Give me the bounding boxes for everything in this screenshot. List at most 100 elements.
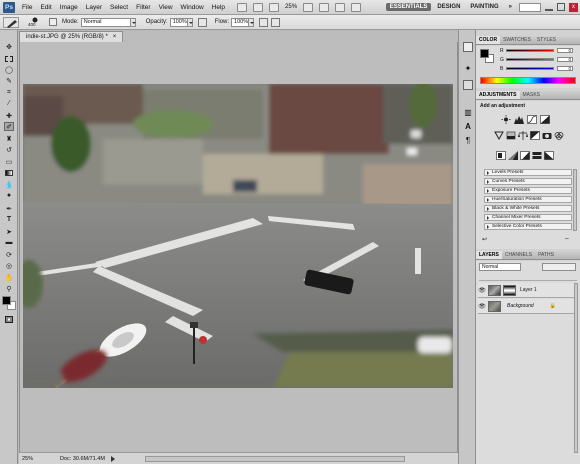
layer-1-name[interactable]: Layer 1 — [520, 287, 537, 293]
exposure-icon[interactable] — [540, 115, 550, 124]
maximize-icon[interactable] — [557, 3, 565, 11]
workspace-more-button[interactable]: » — [505, 3, 516, 11]
presets-scrollbar[interactable] — [573, 169, 577, 231]
blue-slider[interactable] — [506, 67, 554, 70]
opacity-field[interactable]: 100% — [169, 17, 188, 27]
search-help-field[interactable] — [519, 2, 541, 12]
blue-slider-row[interactable]: B 0 — [500, 66, 573, 72]
history-brush-tool-icon[interactable]: ↺ — [4, 145, 14, 154]
green-slider[interactable] — [506, 58, 554, 61]
gradient-map-icon[interactable] — [532, 151, 542, 160]
crop-tool-icon[interactable]: ⌗ — [4, 88, 14, 97]
close-window-icon[interactable]: x — [569, 2, 578, 12]
layer-1-mask-thumbnail[interactable] — [503, 284, 516, 296]
spot-healing-tool-icon[interactable]: ✚ — [4, 111, 14, 120]
brush-tool-icon[interactable]: ✐ — [4, 122, 14, 131]
airbrush-icon[interactable] — [259, 17, 269, 27]
brush-size-picker[interactable]: 400 — [25, 17, 45, 28]
document-close-icon[interactable]: × — [113, 34, 117, 40]
3d-orbit-tool-icon[interactable]: ◎ — [4, 261, 14, 270]
tab-masks[interactable]: MASKS — [520, 91, 544, 99]
toggle-brush-panel-icon[interactable] — [49, 18, 57, 26]
menu-select[interactable]: Select — [106, 4, 132, 11]
document-photo[interactable] — [23, 84, 453, 388]
menu-image[interactable]: Image — [56, 4, 82, 11]
3d-rotate-tool-icon[interactable]: ⟳ — [4, 250, 14, 259]
layer-row-background[interactable]: 👁 Background 🔒 — [478, 299, 578, 314]
selective-color-icon[interactable] — [544, 151, 554, 160]
background-visibility-eye-icon[interactable]: 👁 — [478, 303, 486, 310]
brightness-contrast-icon[interactable] — [501, 115, 511, 124]
blend-mode-select[interactable]: Normal — [479, 263, 521, 271]
vibrance-icon[interactable] — [494, 131, 504, 140]
green-slider-row[interactable]: G 0 — [500, 57, 573, 63]
red-slider[interactable] — [506, 49, 554, 52]
preset-black-white[interactable]: Black & White Presets — [484, 205, 572, 212]
blur-tool-icon[interactable]: 💧 — [4, 180, 14, 189]
color-foreground-swatch[interactable] — [480, 49, 489, 58]
invert-icon[interactable] — [496, 151, 506, 160]
flow-dropdown-icon[interactable] — [248, 17, 255, 27]
color-spectrum-ramp[interactable] — [480, 77, 576, 84]
hue-saturation-icon[interactable] — [506, 131, 516, 140]
posterize-icon[interactable] — [508, 151, 518, 160]
photo-filter-icon[interactable] — [542, 131, 552, 140]
tab-swatches[interactable]: SWATCHES — [500, 36, 534, 44]
tab-styles[interactable]: STYLES — [534, 36, 559, 44]
channel-mixer-icon[interactable] — [554, 131, 564, 140]
color-balance-icon[interactable] — [518, 131, 528, 140]
brush-tool-preset-icon[interactable] — [3, 16, 19, 28]
blue-value[interactable]: 0 — [557, 66, 573, 71]
workspace-painting[interactable]: PAINTING — [466, 3, 502, 11]
move-tool-icon[interactable]: ✥ — [4, 42, 14, 51]
tablet-pressure-opacity-icon[interactable] — [197, 17, 207, 27]
horizontal-scrollbar[interactable] — [144, 455, 405, 462]
preset-curves[interactable]: Curves Presets — [484, 178, 572, 185]
preset-channel-mixer[interactable]: Channel Mixer Presets — [484, 214, 572, 221]
marquee-tool-icon[interactable] — [4, 54, 14, 63]
minimize-icon[interactable] — [545, 3, 553, 11]
document-tab[interactable]: indie-st.JPG @ 25% (RGB/8) * × — [19, 31, 124, 42]
background-layer-name[interactable]: Background — [507, 303, 534, 309]
eraser-tool-icon[interactable]: ▭ — [4, 157, 14, 166]
preset-selective-color[interactable]: Selective Color Presets — [484, 223, 572, 230]
workspace-essentials[interactable]: ESSENTIALS — [385, 3, 432, 11]
path-selection-tool-icon[interactable]: ➤ — [4, 227, 14, 236]
extras-icon[interactable] — [269, 2, 280, 12]
menu-file[interactable]: File — [18, 4, 36, 11]
paragraph-panel-icon[interactable]: ¶ — [463, 136, 473, 146]
bridge-launch-icon[interactable] — [237, 2, 248, 12]
red-value[interactable]: 0 — [557, 48, 573, 53]
mode-dropdown-icon[interactable] — [129, 17, 136, 27]
preset-exposure[interactable]: Exposure Presets — [484, 187, 572, 194]
workspace-design[interactable]: DESIGN — [433, 3, 464, 11]
shape-tool-icon[interactable]: ▬ — [4, 238, 14, 247]
quick-mask-icon[interactable] — [4, 315, 14, 324]
brushes-panel-icon[interactable] — [463, 80, 473, 90]
layer-comps-panel-icon[interactable]: ▥ — [463, 108, 473, 118]
hand-tool-icon[interactable] — [303, 2, 314, 12]
status-zoom[interactable]: 25% — [22, 456, 42, 462]
layer-row-layer-1[interactable]: 👁 Layer 1 — [478, 283, 578, 298]
menu-window[interactable]: Window — [177, 4, 208, 11]
tab-adjustments[interactable]: ADJUSTMENTS — [476, 91, 520, 99]
canvas-area[interactable] — [19, 42, 458, 452]
zoom-level-menu[interactable]: 25% — [285, 4, 297, 10]
menu-help[interactable]: Help — [208, 4, 229, 11]
curves-icon[interactable] — [527, 115, 537, 124]
menu-edit[interactable]: Edit — [36, 4, 55, 11]
layers-scrollbar[interactable] — [574, 283, 578, 453]
return-to-list-icon[interactable]: ↩ — [482, 236, 487, 243]
preset-levels[interactable]: Levels Presets — [484, 169, 572, 176]
hand-tool-icon[interactable]: ✋ — [4, 273, 14, 282]
menu-filter[interactable]: Filter — [132, 4, 154, 11]
tab-color[interactable]: COLOR — [476, 36, 501, 44]
mode-select[interactable]: Normal — [80, 17, 131, 27]
threshold-icon[interactable] — [520, 151, 530, 160]
history-panel-icon[interactable] — [463, 42, 473, 52]
mini-bridge-icon[interactable] — [253, 2, 264, 12]
tab-layers[interactable]: LAYERS — [476, 251, 502, 259]
green-value[interactable]: 0 — [557, 57, 573, 62]
zoom-tool-icon[interactable] — [319, 2, 330, 12]
tab-paths[interactable]: PATHS — [535, 251, 557, 259]
